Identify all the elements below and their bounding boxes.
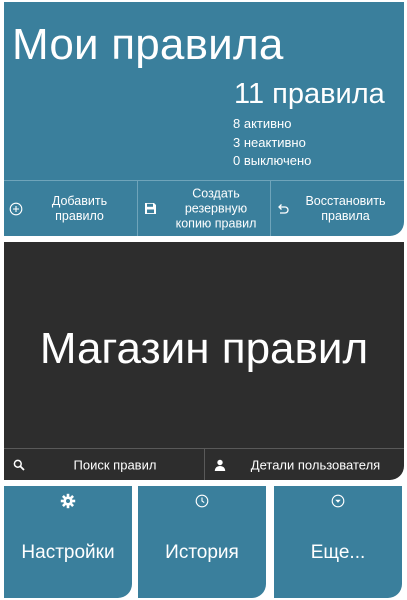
undo-arrow-icon: [275, 201, 291, 217]
store-action-bar: Поиск правил Детали пользователя: [4, 448, 404, 480]
add-rule-label: Добавить правило: [51, 193, 108, 223]
settings-label: Настройки: [21, 542, 115, 563]
rules-disabled-count: 0 выключено: [233, 153, 312, 168]
my-rules-card[interactable]: Мои правила 11 правила 8 активно 3 неакт…: [4, 2, 404, 236]
restore-rules-label: Восстановить правила: [305, 193, 386, 223]
chevron-down-circle-icon: [274, 492, 402, 510]
backup-rules-label: Создать резервную копию правил: [175, 186, 257, 230]
rules-count: 11 правила: [234, 78, 385, 110]
search-rules-button[interactable]: Поиск правил: [4, 449, 204, 480]
rules-action-bar: Добавить правило Создать резервную копию…: [4, 180, 404, 236]
backup-rules-button[interactable]: Создать резервную копию правил: [137, 181, 270, 236]
rules-inactive-count: 3 неактивно: [233, 135, 306, 150]
user-icon: [213, 458, 227, 472]
gear-icon: [4, 492, 132, 510]
history-tile[interactable]: История: [138, 486, 266, 598]
restore-rules-button[interactable]: Восстановить правила: [270, 181, 404, 236]
rules-active-count: 8 активно: [233, 116, 292, 131]
my-rules-title: Мои правила: [12, 20, 284, 69]
user-details-button[interactable]: Детали пользователя: [204, 449, 404, 480]
search-icon: [12, 458, 26, 472]
floppy-disk-icon: [142, 201, 158, 217]
add-rule-button[interactable]: Добавить правило: [4, 181, 137, 236]
rule-store-card[interactable]: Магазин правил Поиск правил Детали польз…: [4, 242, 404, 480]
search-rules-label: Поиск правил: [73, 457, 157, 472]
settings-tile[interactable]: Настройки: [4, 486, 132, 598]
rule-store-title: Магазин правил: [39, 324, 369, 373]
history-label: История: [165, 542, 239, 563]
user-details-label: Детали пользователя: [250, 457, 381, 472]
more-tile[interactable]: Еще...: [274, 486, 402, 598]
more-label: Еще...: [310, 542, 366, 563]
clock-icon: [138, 492, 266, 510]
plus-circle-icon: [8, 201, 24, 217]
